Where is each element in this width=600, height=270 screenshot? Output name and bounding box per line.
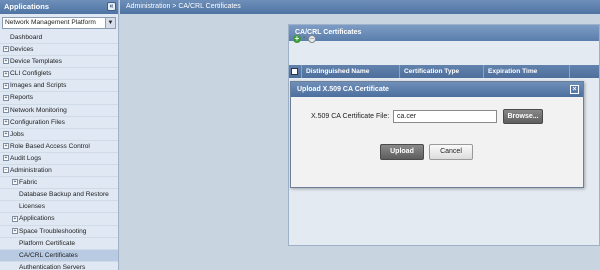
sidebar-item-label: Device Templates [10, 58, 62, 66]
column-header-distinguished-name[interactable]: Distinguished Name [301, 65, 399, 78]
sidebar-item-label: Space Troubleshooting [19, 227, 87, 235]
upload-button[interactable]: Upload [380, 144, 424, 160]
platform-select[interactable]: Network Management Platform ▼ [2, 17, 116, 29]
sidebar-item-label: CLI Configlets [10, 70, 52, 78]
sidebar-header: Applications « [0, 0, 118, 14]
sidebar-item-label: Applications [19, 215, 55, 223]
certificate-file-input[interactable] [393, 110, 497, 123]
expand-icon[interactable]: + [3, 143, 9, 150]
expand-icon[interactable]: + [3, 106, 9, 113]
expand-icon[interactable]: + [12, 215, 18, 222]
select-all-checkbox[interactable] [291, 68, 298, 75]
sidebar-item-cli-configlets[interactable]: + CLI Configlets [0, 68, 118, 81]
sidebar-item-label: Reports [10, 94, 34, 102]
expand-icon[interactable]: + [3, 118, 9, 125]
sidebar-item-label: Platform Certificate [19, 239, 76, 247]
expand-icon[interactable]: + [3, 94, 9, 101]
sidebar-item-network-monitoring[interactable]: + Network Monitoring [0, 105, 118, 117]
chevron-down-icon[interactable]: ▼ [105, 18, 115, 28]
sidebar-item-licenses[interactable]: Licenses [0, 201, 118, 214]
sidebar-item-label: Devices [10, 46, 34, 54]
sidebar-item-label: Administration [10, 167, 52, 175]
sidebar-title: Applications [4, 2, 50, 11]
sidebar-item-applications[interactable]: + Applications [0, 213, 118, 226]
expand-icon[interactable]: + [3, 58, 9, 65]
add-icon[interactable]: + [293, 35, 301, 43]
sidebar-item-label: Fabric [19, 179, 38, 187]
sidebar: Applications « Network Management Platfo… [0, 0, 119, 270]
expand-icon[interactable]: + [12, 179, 18, 186]
grid-header: Distinguished Name Certification Type Ex… [289, 65, 599, 78]
cancel-button[interactable]: Cancel [429, 144, 473, 160]
expand-icon[interactable]: + [12, 227, 18, 234]
browse-button[interactable]: Browse... [503, 109, 543, 124]
sidebar-item-label: Role Based Access Control [10, 142, 90, 150]
sidebar-item-fabric[interactable]: + Fabric [0, 177, 118, 190]
sidebar-item-dashboard[interactable]: Dashboard [0, 32, 118, 45]
file-row: X.509 CA Certificate File: Browse... [291, 109, 583, 124]
expand-icon[interactable]: − [3, 167, 9, 174]
expand-icon[interactable]: + [3, 82, 9, 89]
dialog-title-bar: Upload X.509 CA Certificate × [291, 82, 583, 97]
sidebar-item-label: Images and Scripts [10, 82, 67, 90]
sidebar-item-platform-certificate[interactable]: Platform Certificate [0, 238, 118, 250]
sidebar-item-label: Network Monitoring [10, 106, 67, 114]
expand-icon[interactable]: + [3, 46, 9, 53]
sidebar-item-administration[interactable]: − Administration [0, 165, 118, 178]
sidebar-item-label: Configuration Files [10, 118, 65, 126]
sidebar-item-authentication-servers[interactable]: Authentication Servers [0, 262, 118, 270]
sidebar-item-jobs[interactable]: + Jobs [0, 129, 118, 141]
sidebar-item-device-templates[interactable]: + Device Templates [0, 56, 118, 69]
collapse-icon[interactable]: « [107, 2, 116, 11]
sidebar-item-database-backup-and-restore[interactable]: Database Backup and Restore [0, 189, 118, 202]
sidebar-item-label: CA/CRL Certificates [19, 251, 78, 259]
toolbar-separator: ▪ [303, 35, 306, 41]
column-header-expiration-time[interactable]: Expiration Time [483, 65, 563, 78]
expand-icon[interactable]: + [3, 70, 9, 77]
sidebar-item-label: Dashboard [10, 34, 43, 41]
sidebar-item-configuration-files[interactable]: + Configuration Files [0, 117, 118, 129]
sidebar-item-ca-crl-certificates[interactable]: CA/CRL Certificates [0, 249, 118, 262]
dialog-title: Upload X.509 CA Certificate [297, 86, 389, 93]
sidebar-item-label: Authentication Servers [19, 263, 86, 270]
sidebar-item-reports[interactable]: + Reports [0, 92, 118, 105]
sidebar-item-devices[interactable]: + Devices [0, 44, 118, 57]
column-header-extra [569, 65, 599, 78]
expand-icon[interactable]: + [3, 155, 9, 162]
sidebar-item-label: Jobs [10, 130, 24, 138]
breadcrumb: Administration > CA/CRL Certificates [126, 3, 241, 10]
upload-certificate-dialog: Upload X.509 CA Certificate × X.509 CA C… [290, 81, 584, 188]
sidebar-item-images-and-scripts[interactable]: + Images and Scripts [0, 80, 118, 93]
nav-tree: Dashboard + Devices + Device Templates + CLI C… [0, 32, 118, 270]
file-label: X.509 CA Certificate File: [311, 113, 390, 120]
remove-icon[interactable]: – [308, 35, 316, 43]
sidebar-item-label: Licenses [19, 203, 46, 211]
column-header-certification-type[interactable]: Certification Type [399, 65, 483, 78]
sidebar-item-audit-logs[interactable]: + Audit Logs [0, 153, 118, 166]
platform-select-value: Network Management Platform [5, 19, 96, 26]
sidebar-item-space-troubleshooting[interactable]: + Space Troubleshooting [0, 226, 118, 238]
sidebar-item-label: Database Backup and Restore [19, 191, 109, 199]
breadcrumb-bar: Administration > CA/CRL Certificates [120, 0, 600, 14]
sidebar-item-label: Audit Logs [10, 154, 42, 162]
close-icon[interactable]: × [570, 85, 579, 94]
panel-toolbar [289, 41, 599, 55]
panel-title: CA/CRL Certificates [289, 25, 599, 41]
sidebar-item-role-based-access-control[interactable]: + Role Based Access Control [0, 141, 118, 153]
expand-icon[interactable]: + [3, 131, 9, 137]
